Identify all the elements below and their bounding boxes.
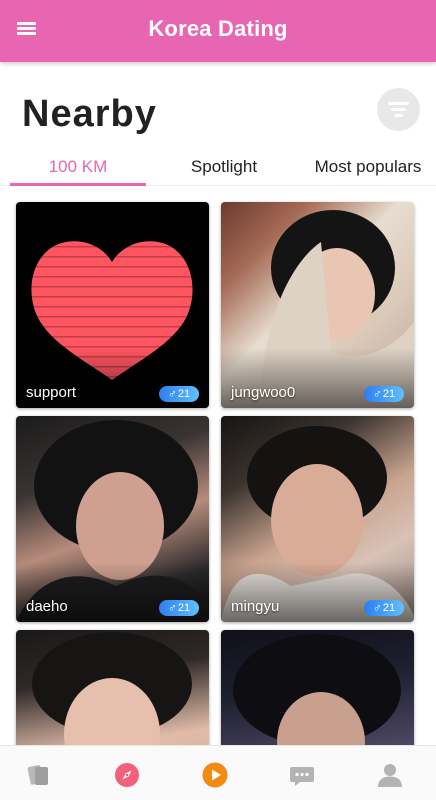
gender-age-badge: ♂ 21 (364, 600, 404, 616)
bottom-navigation (0, 745, 436, 800)
gender-age-badge: ♂ 21 (364, 386, 404, 402)
gender-age-badge: ♂ 21 (159, 600, 199, 616)
filter-icon (388, 102, 409, 105)
profile-name: support (26, 384, 77, 401)
profile-card[interactable]: support ♂ 21 (16, 202, 209, 408)
chat-icon[interactable] (289, 762, 315, 788)
profile-card[interactable]: daeho ♂ 21 (16, 416, 209, 622)
male-icon: ♂ (372, 387, 382, 401)
male-icon: ♂ (167, 387, 177, 401)
male-icon: ♂ (167, 601, 177, 615)
profile-name: daeho (26, 598, 68, 615)
cards-icon[interactable] (26, 762, 52, 788)
gender-age-badge: ♂ 21 (159, 386, 199, 402)
profile-name: mingyu (231, 598, 280, 615)
app-bar: Korea Dating (0, 0, 436, 62)
compass-icon[interactable] (114, 762, 140, 788)
play-icon[interactable] (202, 762, 228, 788)
male-icon: ♂ (372, 601, 382, 615)
filter-button[interactable] (377, 88, 420, 131)
age-label: 21 (177, 388, 191, 400)
age-label: 21 (382, 388, 396, 400)
page-title: Nearby (22, 93, 157, 135)
profile-name: jungwoo0 (231, 384, 296, 401)
app-screen: Korea Dating Nearby 100 KM Spotlight Mos… (0, 0, 436, 800)
tab-bar: 100 KM Spotlight Most populars (0, 150, 436, 186)
tab-100km[interactable]: 100 KM (10, 157, 146, 177)
age-label: 21 (177, 602, 191, 614)
age-label: 21 (382, 602, 396, 614)
profile-icon[interactable] (377, 762, 403, 788)
profile-card[interactable]: jungwoo0 ♂ 21 (221, 202, 414, 408)
tab-spotlight[interactable]: Spotlight (160, 157, 288, 177)
tab-most-populars[interactable]: Most populars (300, 157, 436, 177)
app-title: Korea Dating (148, 16, 288, 41)
profile-card[interactable]: mingyu ♂ 21 (221, 416, 414, 622)
active-tab-indicator (10, 183, 146, 186)
